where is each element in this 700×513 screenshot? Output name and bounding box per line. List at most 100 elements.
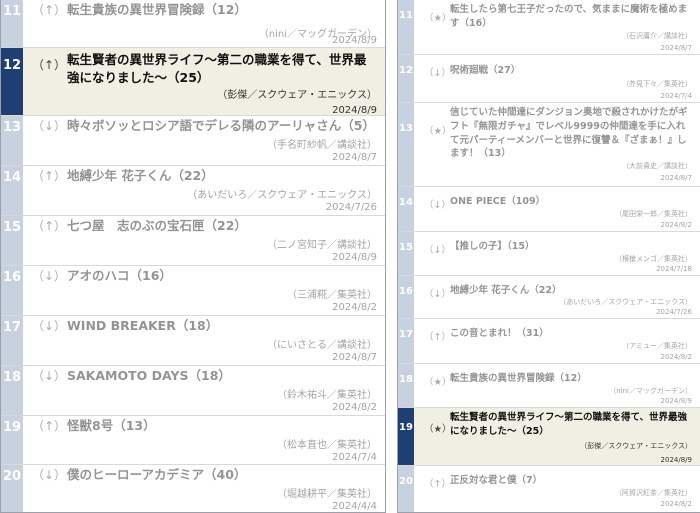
trend-arrow-down-icon: （↓）	[424, 289, 451, 300]
book-title-link[interactable]: 七つ屋 志のぶの宝石匣（22）	[67, 217, 375, 235]
ranking-row-15[interactable]: 15 （↑） 七つ屋 志のぶの宝石匣（22） （二ノ宮知子／講談社） 2024/…	[1, 216, 385, 266]
book-title-link[interactable]: 地縛少年 花子くん（22）	[450, 284, 694, 298]
release-date: 2024/8/2	[660, 353, 692, 361]
row-body: （★） 転生賢者の異世界ライフ〜第二の職業を得て、世界最強になりました〜（25）…	[414, 408, 700, 465]
book-title-link[interactable]: 転生貴族の異世界冒険録（12）	[67, 1, 375, 19]
new-entry-star-icon: （★）	[424, 377, 452, 388]
book-title-link[interactable]: 信じていた仲間達にダンジョン奥地で殺されかけたがギフト『無限ガチャ』でレベル99…	[450, 106, 694, 161]
row-body: （↓） 呪術廻戦（27） （芥見下々／集英社） 2024/7/4	[414, 55, 700, 102]
row-body: （↓） SAKAMOTO DAYS（18） （鈴木祐斗／集英社） 2024/8/…	[23, 366, 385, 415]
release-date: 2024/8/9	[332, 105, 377, 116]
book-title-link[interactable]: 【推しの子】（15）	[450, 240, 694, 254]
release-date: 2024/8/7	[332, 152, 377, 163]
ranking-row-12[interactable]: 12 （↑） 転生賢者の異世界ライフ〜第二の職業を得て、世界最強になりました〜（…	[1, 48, 385, 116]
book-title-link[interactable]: 転生したら第七王子だったので、気ままに魔術を極めます（16）	[450, 3, 694, 31]
author-publisher: （松本直也／集英社）	[277, 440, 377, 451]
rank-number: 15	[398, 232, 414, 275]
ranking-panel-right: 11 （★） 転生したら第七王子だったので、気ままに魔術を極めます（16） （石…	[397, 0, 700, 513]
ranking-row-16[interactable]: 16 （↓） アオのハコ（16） （三浦糀／集英社） 2024/8/2	[1, 266, 385, 316]
book-title-link[interactable]: 地縛少年 花子くん（22）	[67, 167, 375, 185]
book-title-link[interactable]: WIND BREAKER（18）	[67, 317, 375, 335]
release-date: 2024/7/4	[660, 92, 692, 100]
book-title-link[interactable]: この音とまれ！（31）	[450, 327, 694, 341]
rank-number: 12	[398, 55, 414, 102]
row-body: （↓） 【推しの子】（15） （横槍メンゴ／集英社） 2024/7/18	[414, 232, 700, 275]
new-entry-star-icon: （★）	[424, 126, 452, 137]
book-title-link[interactable]: 転生貴族の異世界冒険録（12）	[450, 372, 694, 386]
row-body: （↓） 僕のヒーローアカデミア（40） （堀越耕平／集英社） 2024/4/4	[23, 465, 385, 512]
ranking-row-11[interactable]: 11 （↑） 転生貴族の異世界冒険録（12） （nini／マッグガーデン） 20…	[1, 0, 385, 48]
rank-number: 13	[1, 116, 23, 165]
book-title-link[interactable]: SAKAMOTO DAYS（18）	[67, 367, 375, 385]
row-body: （↓） WIND BREAKER（18） （にいさとる／講談社） 2024/8/…	[23, 316, 385, 365]
ranking-row-19[interactable]: 19 （↑） 怪獣8号（13） （松本直也／集英社） 2024/7/4	[1, 416, 385, 465]
release-date: 2024/8/2	[332, 302, 377, 313]
rank-number: 19	[398, 408, 414, 465]
row-body: （↓） 地縛少年 花子くん（22） （あいだいろ／スクウェア・エニックス） 20…	[414, 276, 700, 318]
rank-number: 11	[398, 0, 414, 54]
book-title-link[interactable]: アオのハコ（16）	[67, 267, 375, 285]
release-date: 2024/7/26	[325, 202, 377, 213]
ranking-row-14[interactable]: 14 （↑） 地縛少年 花子くん（22） （あいだいろ／スクウェア・エニックス）…	[1, 166, 385, 216]
rank-number: 11	[1, 0, 23, 47]
row-body: （↑） 正反対な君と僕（7） （阿賀沢紅茶／集英社） 2024/8/2	[414, 466, 700, 512]
ranking-row-18[interactable]: 18 （★） 転生貴族の異世界冒険録（12） （nini／マッグガーデン） 20…	[398, 364, 700, 408]
row-body: （↓） アオのハコ（16） （三浦糀／集英社） 2024/8/2	[23, 266, 385, 315]
ranking-row-13[interactable]: 13 （↓） 時々ボソッとロシア語でデレる隣のアーリャさん（5） （手名町紗帆／…	[1, 116, 385, 166]
row-body: （↑） 地縛少年 花子くん（22） （あいだいろ／スクウェア・エニックス） 20…	[23, 166, 385, 215]
author-publisher: （堀越耕平／集英社）	[277, 489, 377, 500]
row-body: （↑） 転生貴族の異世界冒険録（12） （nini／マッグガーデン） 2024/…	[23, 0, 385, 47]
rank-number: 16	[398, 276, 414, 318]
book-title-link[interactable]: 転生賢者の異世界ライフ〜第二の職業を得て、世界最強になりました〜（25）	[67, 51, 375, 87]
release-date: 2024/8/9	[332, 35, 377, 46]
author-publisher: （彭傑／スクウェア・エニックス）	[580, 442, 692, 450]
author-publisher: （手名町紗帆／講談社）	[267, 140, 377, 151]
row-body: （↑） 転生賢者の異世界ライフ〜第二の職業を得て、世界最強になりました〜（25）…	[23, 48, 385, 116]
author-publisher: （nini／マッグガーデン）	[609, 387, 692, 395]
book-title-link[interactable]: 呪術廻戦（27）	[450, 64, 694, 78]
rank-number: 17	[398, 319, 414, 363]
author-publisher: （彭傑／スクウェア・エニックス）	[217, 90, 377, 101]
ranking-row-12[interactable]: 12 （↓） 呪術廻戦（27） （芥見下々／集英社） 2024/7/4	[398, 55, 700, 103]
ranking-row-11[interactable]: 11 （★） 転生したら第七王子だったので、気ままに魔術を極めます（16） （石…	[398, 0, 700, 55]
trend-arrow-down-icon: （↓）	[32, 119, 67, 133]
ranking-row-19[interactable]: 19 （★） 転生賢者の異世界ライフ〜第二の職業を得て、世界最強になりました〜（…	[398, 408, 700, 466]
release-date: 2024/7/4	[332, 452, 377, 463]
ranking-row-16[interactable]: 16 （↓） 地縛少年 花子くん（22） （あいだいろ／スクウェア・エニックス）…	[398, 276, 700, 319]
release-date: 2024/8/2	[660, 500, 692, 508]
book-title-link[interactable]: 転生賢者の異世界ライフ〜第二の職業を得て、世界最強になりました〜（25）	[450, 411, 694, 439]
book-title-link[interactable]: 僕のヒーローアカデミア（40）	[67, 466, 375, 484]
ranking-row-18[interactable]: 18 （↓） SAKAMOTO DAYS（18） （鈴木祐斗／集英社） 2024…	[1, 366, 385, 416]
release-date: 2024/8/2	[660, 221, 692, 229]
trend-arrow-down-icon: （↓）	[424, 68, 451, 79]
ranking-row-15[interactable]: 15 （↓） 【推しの子】（15） （横槍メンゴ／集英社） 2024/7/18	[398, 232, 700, 276]
ranking-row-20[interactable]: 20 （↑） 正反対な君と僕（7） （阿賀沢紅茶／集英社） 2024/8/2	[398, 466, 700, 512]
rank-number: 18	[398, 364, 414, 407]
rank-number: 19	[1, 416, 23, 464]
release-date: 2024/8/9	[332, 252, 377, 263]
ranking-row-17[interactable]: 17 （↑） この音とまれ！（31） （アミュー／集英社） 2024/8/2	[398, 319, 700, 364]
release-date: 2024/8/9	[660, 397, 692, 405]
trend-arrow-up-icon: （↑）	[424, 479, 451, 490]
rank-number: 18	[1, 366, 23, 415]
trend-arrow-down-icon: （↓）	[32, 369, 67, 383]
author-publisher: （アミュー／集英社）	[622, 342, 692, 350]
author-publisher: （にいさとる／講談社）	[267, 340, 377, 351]
author-publisher: （大前貴史／講談社）	[622, 162, 692, 170]
ranking-row-14[interactable]: 14 （↓） ONE PIECE（109） （尾田栄一郎／集英社） 2024/8…	[398, 187, 700, 232]
ranking-row-13[interactable]: 13 （★） 信じていた仲間達にダンジョン奥地で殺されかけたがギフト『無限ガチャ…	[398, 103, 700, 187]
release-date: 2024/4/4	[332, 501, 377, 512]
book-title-link[interactable]: 正反対な君と僕（7）	[450, 474, 694, 488]
book-title-link[interactable]: 怪獣8号（13）	[67, 417, 375, 435]
book-title-link[interactable]: 時々ボソッとロシア語でデレる隣のアーリャさん（5）	[67, 117, 375, 135]
new-entry-star-icon: （★）	[424, 13, 452, 24]
rank-number: 14	[398, 187, 414, 231]
trend-arrow-down-icon: （↓）	[32, 269, 67, 283]
row-body: （↑） この音とまれ！（31） （アミュー／集英社） 2024/8/2	[414, 319, 700, 363]
ranking-row-17[interactable]: 17 （↓） WIND BREAKER（18） （にいさとる／講談社） 2024…	[1, 316, 385, 366]
row-body: （★） 信じていた仲間達にダンジョン奥地で殺されかけたがギフト『無限ガチャ』でレ…	[414, 103, 700, 186]
book-title-link[interactable]: ONE PIECE（109）	[450, 195, 694, 209]
ranking-row-20[interactable]: 20 （↓） 僕のヒーローアカデミア（40） （堀越耕平／集英社） 2024/4…	[1, 465, 385, 512]
row-body: （↓） 時々ボソッとロシア語でデレる隣のアーリャさん（5） （手名町紗帆／講談社…	[23, 116, 385, 165]
row-body: （↓） ONE PIECE（109） （尾田栄一郎／集英社） 2024/8/2	[414, 187, 700, 231]
